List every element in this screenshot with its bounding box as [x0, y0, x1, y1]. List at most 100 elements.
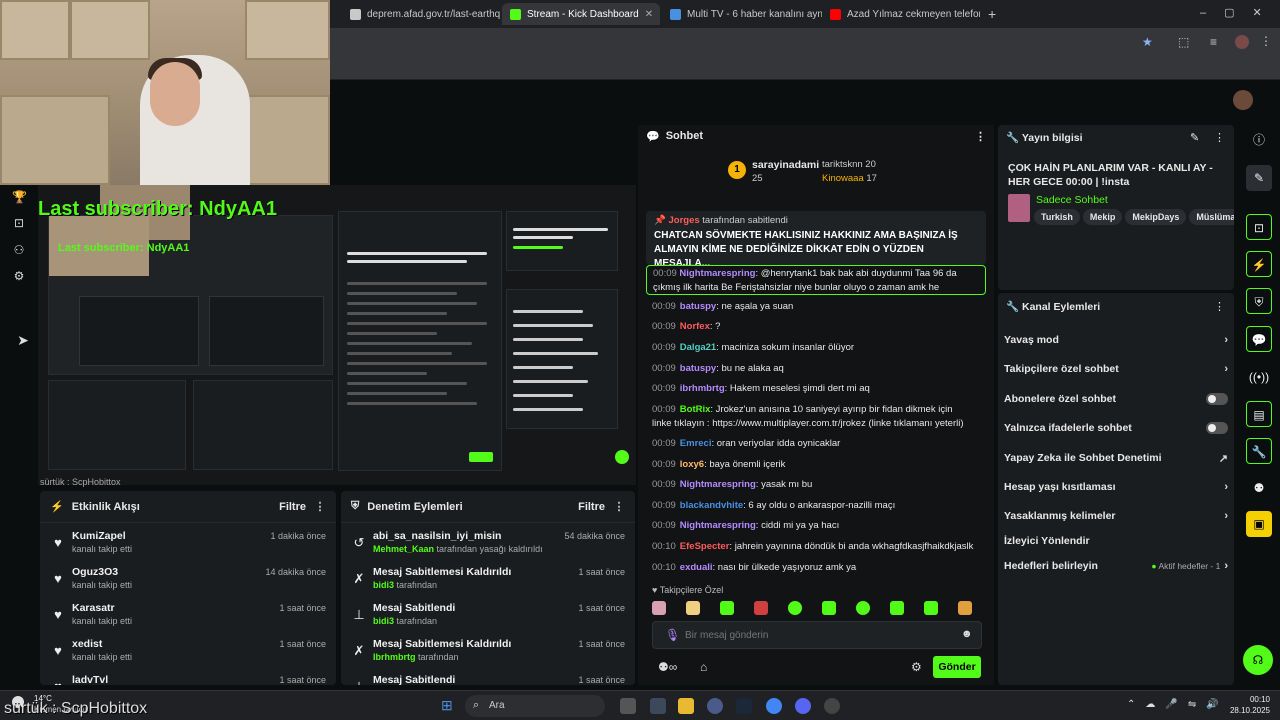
layout-icon[interactable]: ▤ — [1246, 401, 1272, 427]
puzzle-icon[interactable]: ⚉ — [1246, 475, 1272, 501]
emote[interactable] — [720, 601, 734, 615]
activity-user[interactable]: ladvTvl — [72, 674, 108, 685]
emoji-icon[interactable]: ☻ — [961, 628, 973, 640]
chat-message[interactable]: 00:10 EfeSpecter: jahrein yayınına döndük… — [652, 541, 973, 552]
tray-icons[interactable]: ⌃☁🎤⇋🔊 — [1127, 699, 1229, 710]
third-gifter-name[interactable]: Kinowaaa — [822, 173, 864, 184]
extensions-icon[interactable]: ⬚ — [1178, 35, 1189, 49]
broadcast-icon[interactable]: ((•)) — [1246, 364, 1272, 390]
emote[interactable] — [890, 601, 904, 615]
chrome-icon[interactable] — [766, 698, 782, 714]
bolt-icon[interactable]: ⚡ — [1246, 251, 1272, 277]
message-user[interactable]: Nightmarespring — [680, 479, 756, 490]
chat-message[interactable]: 00:09 batuspy: bu ne alaka aq — [652, 363, 784, 374]
clock-date[interactable]: 28.10.2025 — [1218, 706, 1270, 715]
media-icon[interactable]: ≡ — [1210, 35, 1217, 49]
more-icon[interactable]: ⋮ — [1214, 131, 1225, 144]
chat-message[interactable]: 00:10 exduali: nası bir ülkede yaşıyoruz … — [652, 562, 856, 573]
tab-multi-tv[interactable]: Multi TV - 6 haber kanalını aynı ✕ — [662, 3, 822, 25]
taskbar-search[interactable]: ⌕ Ara — [465, 695, 605, 717]
action-followers-only[interactable]: Takipçilere özel sohbet › — [1004, 359, 1228, 379]
message-user[interactable]: Nightmarespring — [680, 520, 756, 531]
pencil-icon[interactable]: ✎ — [1246, 165, 1272, 191]
moderation-actor[interactable]: bidi3 — [373, 616, 394, 626]
activity-user[interactable]: xedist — [72, 638, 102, 650]
emote[interactable] — [686, 601, 700, 615]
store-icon[interactable]: ▣ — [1246, 511, 1272, 537]
action-ai-moderation[interactable]: Yapay Zeka ile Sohbet Denetimi ↗ — [1004, 448, 1228, 468]
tab-kick-dashboard[interactable]: Stream - Kick Dashboard ✕ — [502, 3, 660, 25]
filter-button[interactable]: Filtre — [578, 501, 605, 513]
message-user[interactable]: Norfex — [680, 321, 710, 332]
trophy-icon[interactable]: 🏆 — [12, 190, 27, 204]
pinned-message[interactable]: 📌 Jorges tarafından sabitlendi CHATCAN S… — [646, 211, 986, 269]
emote-picker-icon[interactable]: ⚉∞ — [658, 660, 677, 674]
obs-icon[interactable] — [824, 698, 840, 714]
chat-message[interactable]: 00:09 BotRix: Jrokez'un anısına 10 saniye… — [652, 404, 952, 415]
store-icon[interactable]: ⌂ — [700, 660, 707, 674]
users-icon[interactable]: ⚇ — [12, 243, 26, 257]
task-view-icon[interactable] — [620, 698, 636, 714]
emotes-only-toggle[interactable] — [1206, 422, 1228, 434]
message-user[interactable]: Nightmarespring — [679, 268, 755, 279]
chat-message[interactable]: 00:09 Dalga21: maciniza sokum insanlar öl… — [652, 342, 854, 353]
message-user[interactable]: batuspy — [680, 363, 716, 374]
edit-icon[interactable]: ✎ — [1190, 131, 1199, 144]
chat-message[interactable]: 00:09 Emreci: oran veriyolar idda oynicak… — [652, 438, 840, 449]
more-icon[interactable]: ⋮ — [975, 130, 986, 143]
tag[interactable]: Müslüman — [1189, 209, 1234, 225]
steam-icon[interactable] — [736, 698, 752, 714]
emote[interactable] — [958, 601, 972, 615]
activity-user[interactable]: Oguz3O3 — [72, 566, 118, 578]
wrench-icon[interactable]: 🔧 — [1246, 438, 1272, 464]
emote[interactable] — [822, 601, 836, 615]
moderation-actor[interactable]: Mehmet_Kaan — [373, 544, 434, 554]
gear-icon[interactable]: ⚙ — [12, 269, 26, 283]
close-icon[interactable]: ✕ — [645, 9, 653, 20]
emote[interactable] — [788, 601, 802, 615]
highlighted-message[interactable]: 00:09 Nightmarespring: @henrytank1 bak b… — [646, 265, 986, 295]
tag[interactable]: MekipDays — [1125, 209, 1187, 225]
chat-message[interactable]: 00:09 batuspy: ne aşala ya suan — [652, 301, 793, 312]
tab-youtube[interactable]: Azad Yılmaz cekmeyen telefon ✕ — [822, 3, 980, 25]
moderation-actor[interactable]: Ibrhmbrtg — [373, 652, 416, 662]
message-user[interactable]: EfeSpecter — [680, 541, 730, 552]
scan-icon[interactable]: ⊡ — [1246, 214, 1272, 240]
discord-icon[interactable] — [795, 698, 811, 714]
tag[interactable]: Turkish — [1034, 209, 1080, 225]
more-icon[interactable]: ⋮ — [1214, 300, 1225, 313]
menu-icon[interactable]: ⋮ — [1260, 34, 1272, 48]
action-raid[interactable]: İzleyici Yönlendir — [1004, 531, 1228, 551]
settings-icon[interactable]: ⚙ — [911, 660, 922, 674]
chat-message[interactable]: 00:09 Norfex: ? — [652, 321, 720, 332]
chat-icon[interactable]: 💬 — [1246, 326, 1272, 352]
top-gifter-name[interactable]: sarayinadami — [752, 159, 819, 171]
activity-user[interactable]: KumiZapel — [72, 530, 126, 542]
tag[interactable]: Mekip — [1082, 209, 1123, 225]
subscribers-only-toggle[interactable] — [1206, 393, 1228, 405]
filter-button[interactable]: Filtre — [279, 501, 306, 513]
window-controls[interactable]: –▢✕ — [1200, 6, 1280, 19]
terminal-icon[interactable] — [650, 698, 666, 714]
emote[interactable] — [652, 601, 666, 615]
message-user[interactable]: loxy6 — [680, 459, 704, 470]
chat-message[interactable]: 00:09 ibrhmbrtg: Hakem meselesi şimdi der… — [652, 383, 870, 394]
chat-composer[interactable]: 🎙 ☻ — [652, 621, 982, 649]
moderation-target[interactable]: abi_sa_nasilsin_iyi_misin — [373, 530, 501, 542]
action-goals[interactable]: Hedefleri belirleyin ● Aktif hedefler - 1… — [1004, 556, 1228, 576]
message-user[interactable]: Dalga21 — [680, 342, 716, 353]
chat-message[interactable]: 00:09 blackandvhite: 6 ay oldu o ankarasp… — [652, 500, 895, 511]
chat-message[interactable]: 00:09 loxy6: baya önemli içerik — [652, 459, 785, 470]
send-button[interactable]: Gönder — [933, 656, 981, 678]
more-icon[interactable]: ⋮ — [314, 500, 326, 513]
folder-icon[interactable] — [678, 698, 694, 714]
action-slow-mode[interactable]: Yavaş mod › — [1004, 330, 1228, 350]
action-banned-words[interactable]: Yasaklanmış kelimeler › — [1004, 506, 1228, 526]
message-user[interactable]: BotRix — [680, 404, 711, 415]
clock-time[interactable]: 00:10 — [1230, 695, 1270, 704]
tab-afad[interactable]: deprem.afad.gov.tr/last-earthq ✕ — [342, 3, 502, 25]
app-icon[interactable] — [707, 698, 723, 714]
address-bar[interactable]: ★ ⬚ ≡ ⋮ — [330, 28, 1280, 56]
emote[interactable] — [856, 601, 870, 615]
shield-icon[interactable]: ⛨ — [1246, 288, 1272, 314]
